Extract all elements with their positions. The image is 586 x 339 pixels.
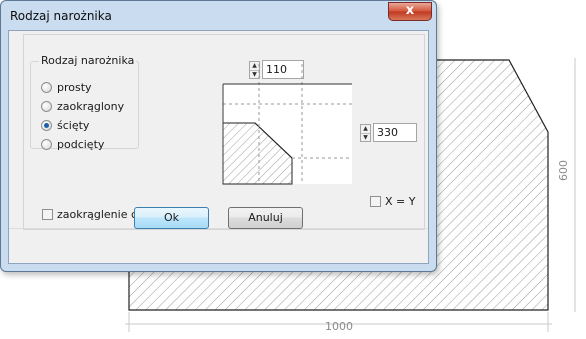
height-dimension: 600 bbox=[557, 160, 570, 181]
radio-label: podcięty bbox=[57, 137, 105, 151]
radio-label: prosty bbox=[57, 80, 92, 94]
radio-prosty[interactable]: prosty bbox=[41, 79, 92, 95]
radio-sciety[interactable]: ścięty bbox=[41, 117, 89, 133]
dialog-title: Rodzaj narożnika bbox=[10, 9, 112, 23]
checkbox-label: X = Y bbox=[385, 194, 416, 208]
spin-arrows[interactable]: ▲ ▼ bbox=[360, 123, 371, 142]
corner-type-group-label: Rodzaj narożnika bbox=[39, 54, 137, 67]
radio-circle bbox=[41, 138, 52, 150]
radio-circle bbox=[41, 81, 52, 93]
corner-type-dialog: Rodzaj narożnika x Rodzaj narożnika pros… bbox=[0, 0, 437, 272]
radio-circle bbox=[41, 100, 52, 112]
footer-divider bbox=[9, 228, 428, 229]
corner-preview bbox=[222, 64, 352, 185]
radio-label: zaokrąglony bbox=[57, 99, 125, 113]
radio-label: ścięty bbox=[57, 118, 90, 132]
radio-circle-selected bbox=[41, 119, 52, 131]
close-button[interactable]: x bbox=[388, 2, 432, 21]
radio-podciety[interactable]: podcięty bbox=[41, 136, 104, 152]
x-equals-y-checkbox[interactable]: X = Y bbox=[370, 194, 415, 208]
width-dimension: 1000 bbox=[325, 320, 353, 333]
side-size-spinner[interactable]: ▲ ▼ 330 bbox=[360, 123, 417, 142]
checkbox-box[interactable] bbox=[370, 195, 381, 207]
checkbox-box[interactable] bbox=[42, 208, 53, 220]
radio-zaokraglony[interactable]: zaokrąglony bbox=[41, 98, 124, 114]
cancel-button[interactable]: Anuluj bbox=[228, 207, 303, 229]
ok-button[interactable]: Ok bbox=[134, 207, 209, 229]
side-size-input[interactable]: 330 bbox=[373, 123, 417, 142]
